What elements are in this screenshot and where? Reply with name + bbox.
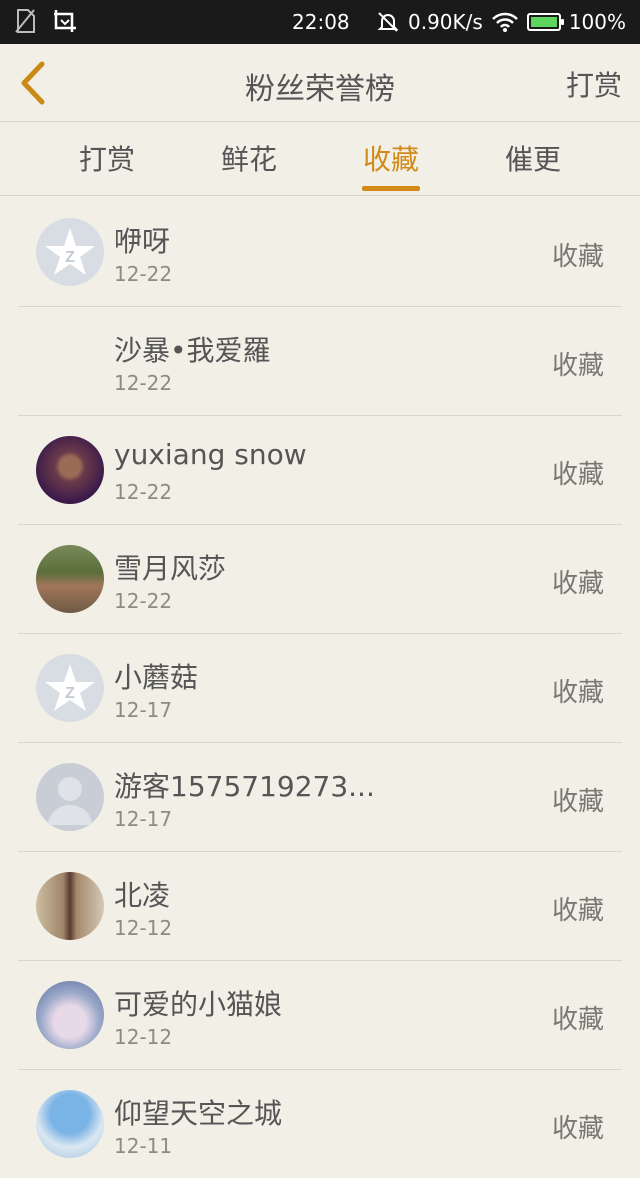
page-title: 粉丝荣誉榜	[245, 72, 395, 107]
active-tab-indicator	[362, 186, 420, 191]
list-item[interactable]: Z 咿呀 12-22 收藏	[18, 198, 622, 307]
user-name: 可爱的小猫娘	[114, 988, 283, 1021]
mute-bell-icon	[377, 12, 399, 32]
app-header: 粉丝荣誉榜 打赏	[0, 44, 640, 122]
svg-text:Z: Z	[65, 685, 75, 702]
user-name: 小蘑菇	[114, 661, 199, 694]
item-date: 12-17	[114, 807, 173, 831]
item-action: 收藏	[551, 787, 604, 817]
list-item[interactable]: 游客1575719273... 12-17 收藏	[18, 743, 622, 852]
status-time: 22:08	[292, 10, 350, 34]
fan-list: Z 咿呀 12-22 收藏 沙暴•我爱羅 12-22 收藏 yuxiang sn…	[18, 198, 622, 1178]
net-speed: 0.90K/s	[408, 10, 483, 34]
item-date: 12-22	[114, 371, 173, 395]
item-date: 12-17	[114, 698, 173, 722]
list-item[interactable]: 仰望天空之城 12-11 收藏	[18, 1070, 622, 1178]
battery-icon	[526, 13, 564, 31]
user-name: 雪月风莎	[114, 552, 227, 585]
tab-urge-update[interactable]: 催更	[483, 138, 583, 178]
screenshot-icon	[54, 10, 76, 32]
user-avatar	[36, 872, 104, 940]
user-avatar	[36, 436, 104, 504]
list-item[interactable]: Z 小蘑菇 12-17 收藏	[18, 634, 622, 743]
qq-star-avatar: Z	[36, 218, 104, 286]
list-item[interactable]: 雪月风莎 12-22 收藏	[18, 525, 622, 634]
item-date: 12-12	[114, 916, 173, 940]
item-action: 收藏	[551, 242, 604, 272]
item-action: 收藏	[551, 569, 604, 599]
user-name: 游客1575719273...	[114, 770, 375, 803]
tab-favorites[interactable]: 收藏	[341, 138, 441, 178]
item-date: 12-22	[114, 262, 173, 286]
user-name: 仰望天空之城	[114, 1097, 283, 1130]
user-name: 沙暴•我爱羅	[114, 334, 271, 367]
item-action: 收藏	[551, 1114, 604, 1144]
wifi-icon	[491, 12, 518, 32]
user-avatar	[36, 545, 104, 613]
item-date: 12-22	[114, 480, 173, 504]
item-action: 收藏	[551, 896, 604, 926]
user-name: 咿呀	[114, 225, 171, 258]
user-avatar	[36, 1090, 104, 1158]
default-person-avatar	[36, 763, 104, 831]
user-name: 北凌	[114, 879, 171, 912]
qq-star-avatar: Z	[36, 654, 104, 722]
status-bar: 22:08 0.90K/s 100%	[0, 0, 640, 44]
tab-reward[interactable]: 打赏	[57, 138, 157, 178]
item-date: 12-12	[114, 1025, 173, 1049]
list-item[interactable]: 可爱的小猫娘 12-12 收藏	[18, 961, 622, 1070]
battery-level: 100%	[568, 10, 626, 34]
user-avatar	[36, 981, 104, 1049]
tab-flowers[interactable]: 鲜花	[199, 138, 299, 178]
item-action: 收藏	[551, 678, 604, 708]
item-date: 12-22	[114, 589, 173, 613]
user-name: yuxiang snow	[114, 438, 307, 471]
item-action: 收藏	[551, 460, 604, 490]
list-item[interactable]: 沙暴•我爱羅 12-22 收藏	[18, 307, 622, 416]
svg-text:Z: Z	[65, 249, 75, 266]
item-action: 收藏	[551, 1005, 604, 1035]
reward-button[interactable]: 打赏	[566, 64, 622, 104]
no-sim-icon	[15, 9, 35, 33]
tab-bar: 打赏 鲜花 收藏 催更	[0, 122, 640, 196]
list-item[interactable]: yuxiang snow 12-22 收藏	[18, 416, 622, 525]
list-item[interactable]: 北凌 12-12 收藏	[18, 852, 622, 961]
item-action: 收藏	[551, 351, 604, 381]
